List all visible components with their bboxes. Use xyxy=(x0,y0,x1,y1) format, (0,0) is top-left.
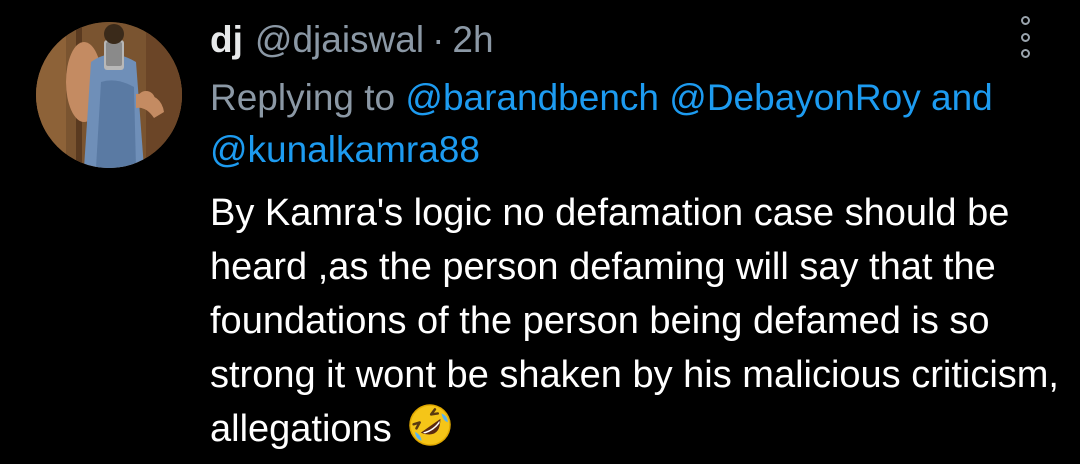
more-dot xyxy=(1020,32,1030,42)
separator-dot: · xyxy=(432,19,445,60)
avatar-image xyxy=(36,22,182,168)
mention-barandbench[interactable]: @barandbench xyxy=(405,77,659,118)
more-options-icon[interactable] xyxy=(1010,16,1040,58)
replying-prefix: Replying to xyxy=(210,77,396,118)
tweet-text-content: By Kamra's logic no defamation case shou… xyxy=(210,192,1059,450)
timestamp[interactable]: 2h xyxy=(452,19,493,61)
mention-kunalkamra88[interactable]: @kunalkamra88 xyxy=(210,129,480,170)
mention-debayonroy[interactable]: @DebayonRoy xyxy=(669,77,920,118)
mention-joiner: and xyxy=(931,77,993,118)
replying-to: Replying to @barandbench @DebayonRoy and… xyxy=(210,72,1060,176)
tweet[interactable]: dj @djaiswal · 2h Replying to @barandben… xyxy=(0,0,1080,464)
display-name[interactable]: dj xyxy=(210,19,243,61)
avatar[interactable] xyxy=(36,22,182,168)
tweet-header: dj @djaiswal · 2h xyxy=(210,14,494,66)
rolling-on-floor-laughing-icon xyxy=(409,404,451,446)
user-handle[interactable]: @djaiswal xyxy=(255,19,424,61)
more-dot xyxy=(1020,16,1030,25)
tweet-text: By Kamra's logic no defamation case shou… xyxy=(210,186,1070,456)
more-dot xyxy=(1020,49,1030,58)
